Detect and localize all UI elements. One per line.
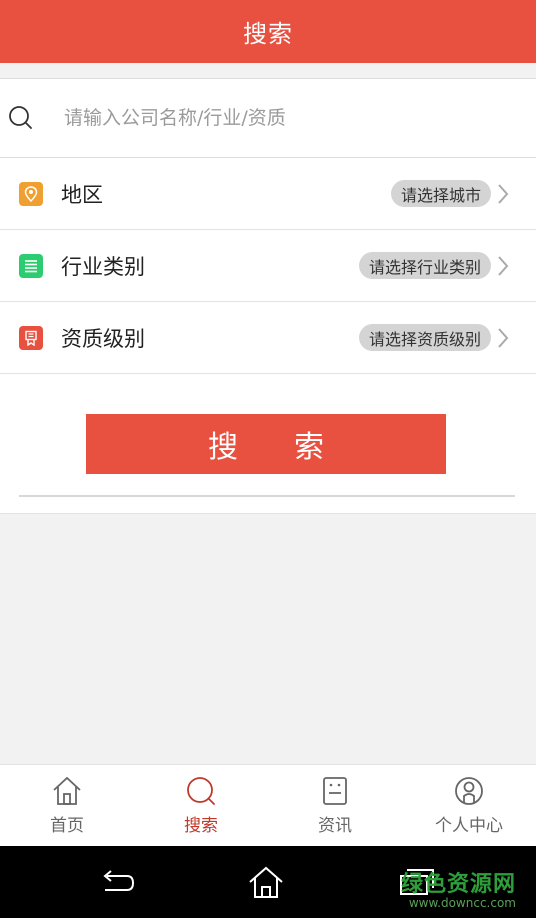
divider [19,495,515,497]
award-icon [19,325,43,350]
watermark-logo: 绿色资源网 www.downcc.com [401,866,516,910]
back-icon[interactable] [97,864,137,900]
search-bar[interactable] [0,78,536,158]
tab-label: 首页 [50,816,84,836]
filter-value-pill[interactable]: 请选择城市 [390,180,491,207]
chevron-right-icon [498,184,509,204]
search-icon [187,777,215,805]
home-icon [53,776,81,805]
search-icon [9,106,32,129]
watermark-url: www.downcc.com [408,896,516,910]
location-pin-icon [19,181,43,206]
news-icon [323,777,347,805]
tab-news[interactable]: 资讯 [268,765,402,846]
tab-label: 个人中心 [435,816,503,836]
search-input[interactable] [64,107,504,129]
app-header: 搜索 [0,0,536,63]
filter-label: 资质级别 [61,326,145,351]
page-title: 搜索 [243,20,293,48]
filter-value-pill[interactable]: 请选择资质级别 [358,324,491,351]
chevron-right-icon [498,256,509,276]
filter-label: 地区 [61,182,103,207]
top-spacer [0,63,536,78]
list-icon [19,253,43,278]
system-nav-bar: 绿色资源网 www.downcc.com [0,846,536,918]
filter-region[interactable]: 地区 请选择城市 [0,158,536,230]
tab-profile[interactable]: 个人中心 [402,765,536,846]
user-icon [455,777,483,805]
chevron-right-icon [498,328,509,348]
tab-home[interactable]: 首页 [0,765,134,846]
search-button-area: 搜索 [0,374,536,514]
filter-value-pill[interactable]: 请选择行业类别 [358,252,491,279]
tab-search[interactable]: 搜索 [134,765,268,846]
search-button[interactable]: 搜索 [86,414,446,474]
filter-qualification[interactable]: 资质级别 请选择资质级别 [0,302,536,374]
home-nav-icon[interactable] [246,864,286,900]
filter-list: 地区 请选择城市 行业类别 请选择行业类别 资质级别 请选择资质级别 [0,158,536,374]
filter-label: 行业类别 [61,254,145,279]
tab-label: 资讯 [318,816,352,836]
watermark-title: 绿色资源网 [400,872,516,897]
filter-industry[interactable]: 行业类别 请选择行业类别 [0,230,536,302]
tab-label: 搜索 [184,816,218,836]
bottom-tab-bar: 首页 搜索 资讯 个人中心 [0,764,536,846]
